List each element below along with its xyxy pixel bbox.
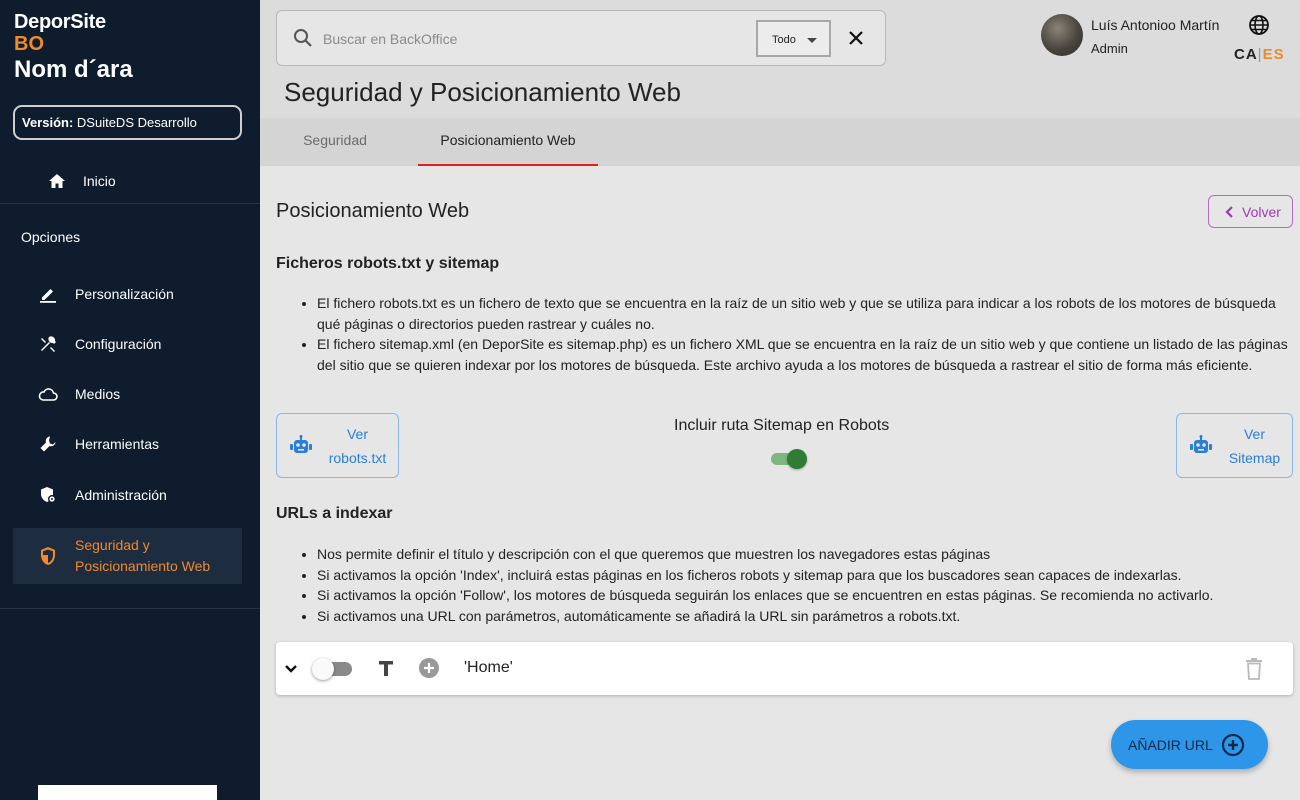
robot-icon xyxy=(289,434,313,457)
globe-icon[interactable] xyxy=(1248,14,1270,41)
robots-info-list: El fichero robots.txt es un fichero de t… xyxy=(296,293,1296,375)
search-filter-select[interactable]: Todo xyxy=(756,20,831,57)
tab-bar: Seguridad Posicionamiento Web xyxy=(260,118,1300,166)
sidebar-item-label: Inicio xyxy=(83,172,116,189)
url-row-home: 'Home' xyxy=(276,642,1293,695)
sidebar-item-label: Configuración xyxy=(75,336,162,352)
back-button-label: Volver xyxy=(1242,203,1281,220)
sidebar-item-seguridad[interactable]: Seguridad y Posicionamiento Web xyxy=(13,528,242,584)
list-item: Si activamos la opción 'Follow', los mot… xyxy=(317,585,1296,606)
back-button[interactable]: Volver xyxy=(1208,195,1293,228)
list-item: El fichero sitemap.xml (en DeporSite es … xyxy=(317,334,1296,375)
sidebar-divider xyxy=(0,608,260,609)
trash-icon[interactable] xyxy=(1244,657,1264,686)
toggle-knob xyxy=(787,449,807,469)
language-ca[interactable]: CA xyxy=(1234,46,1258,63)
add-url-label: AÑADIR URL xyxy=(1128,736,1213,753)
sidebar-footer-block xyxy=(38,785,217,800)
sidebar-item-home[interactable]: Inicio xyxy=(0,158,260,204)
wrench-icon xyxy=(38,435,58,453)
user-role: Admin xyxy=(1091,41,1128,56)
search-icon xyxy=(293,28,313,53)
sidebar-item-label: Personalización xyxy=(75,286,174,302)
version-label: Versión: xyxy=(22,115,74,130)
view-robots-button[interactable]: Ver robots.txt xyxy=(276,413,399,478)
chevron-down-icon[interactable] xyxy=(284,661,298,679)
text-title-icon[interactable] xyxy=(376,658,396,683)
pencil-icon xyxy=(38,285,58,303)
cloud-icon xyxy=(38,386,58,402)
sidebar-item-configuracion[interactable]: Configuración xyxy=(13,333,242,355)
add-url-button[interactable]: AÑADIR URL xyxy=(1111,720,1268,769)
list-item: El fichero robots.txt es un fichero de t… xyxy=(317,293,1296,334)
sidebar-item-personalizacion[interactable]: Personalización xyxy=(13,283,242,305)
version-selector[interactable]: Versión: DSuiteDS Desarrollo xyxy=(13,105,242,140)
toggle-knob xyxy=(312,658,334,680)
urls-heading: URLs a indexar xyxy=(276,505,393,522)
brand-site-name: Nom d´ara xyxy=(14,56,133,83)
list-item: Nos permite definir el título y descripc… xyxy=(317,544,1296,565)
add-circle-outline-icon xyxy=(1221,733,1245,757)
sidebar: DeporSite BO Nom d´ara Versión: DSuiteDS… xyxy=(0,0,260,800)
sidebar-item-label: Seguridad y Posicionamiento Web xyxy=(75,537,211,574)
security-shield-icon xyxy=(38,546,58,566)
tab-seguridad[interactable]: Seguridad xyxy=(270,118,400,166)
home-icon xyxy=(48,173,66,189)
tab-posicionamiento-web[interactable]: Posicionamiento Web xyxy=(418,118,598,166)
user-name: Luís Antonioo Martín xyxy=(1091,17,1220,33)
url-enabled-toggle[interactable] xyxy=(312,658,354,680)
sitemap-toggle-label: Incluir ruta Sitemap en Robots xyxy=(674,417,890,434)
sidebar-section-label: Opciones xyxy=(21,229,81,245)
view-sitemap-label-line1: Ver xyxy=(1243,425,1265,442)
view-robots-label-line2: robots.txt xyxy=(328,449,387,466)
view-sitemap-button[interactable]: Ver Sitemap xyxy=(1176,413,1293,478)
brand-suffix: BO xyxy=(14,33,44,55)
robot-icon xyxy=(1189,434,1213,457)
view-sitemap-label-line2: Sitemap xyxy=(1228,449,1281,466)
brand-name: DeporSite xyxy=(14,11,106,33)
tools-icon xyxy=(38,335,58,353)
close-icon[interactable] xyxy=(845,27,867,54)
sidebar-item-herramientas[interactable]: Herramientas xyxy=(13,433,242,455)
url-name: 'Home' xyxy=(464,659,513,676)
add-circle-icon[interactable] xyxy=(418,657,440,684)
sidebar-item-label: Administración xyxy=(75,487,167,503)
language-switcher: CA|ES xyxy=(1234,46,1285,63)
sidebar-item-administracion[interactable]: Administración xyxy=(13,484,242,506)
language-es[interactable]: ES xyxy=(1263,46,1285,63)
brand-logo[interactable]: DeporSite BO Nom d´ara xyxy=(14,10,133,86)
global-search: Buscar en BackOffice Todo xyxy=(276,10,886,66)
view-robots-label-line1: Ver xyxy=(346,425,368,442)
sidebar-item-medios[interactable]: Medios xyxy=(13,383,242,405)
robots-heading: Ficheros robots.txt y sitemap xyxy=(276,255,500,272)
version-value: DSuiteDS Desarrollo xyxy=(73,115,197,130)
section-title: Posicionamiento Web xyxy=(276,200,470,222)
sidebar-item-label: Medios xyxy=(75,386,121,402)
search-filter-value: Todo xyxy=(772,34,796,46)
search-input[interactable]: Buscar en BackOffice xyxy=(323,31,457,47)
urls-info-list: Nos permite definir el título y descripc… xyxy=(296,544,1296,626)
chevron-left-icon xyxy=(1225,205,1234,218)
admin-shield-icon xyxy=(38,486,58,504)
include-sitemap-toggle[interactable] xyxy=(769,449,807,469)
list-item: Si activamos la opción 'Index', incluirá… xyxy=(317,565,1296,586)
page-title: Seguridad y Posicionamiento Web xyxy=(284,77,681,107)
avatar[interactable] xyxy=(1041,14,1083,56)
sidebar-item-label: Herramientas xyxy=(75,436,160,452)
chevron-down-icon xyxy=(807,38,817,43)
list-item: Si activamos una URL con parámetros, aut… xyxy=(317,606,1296,627)
